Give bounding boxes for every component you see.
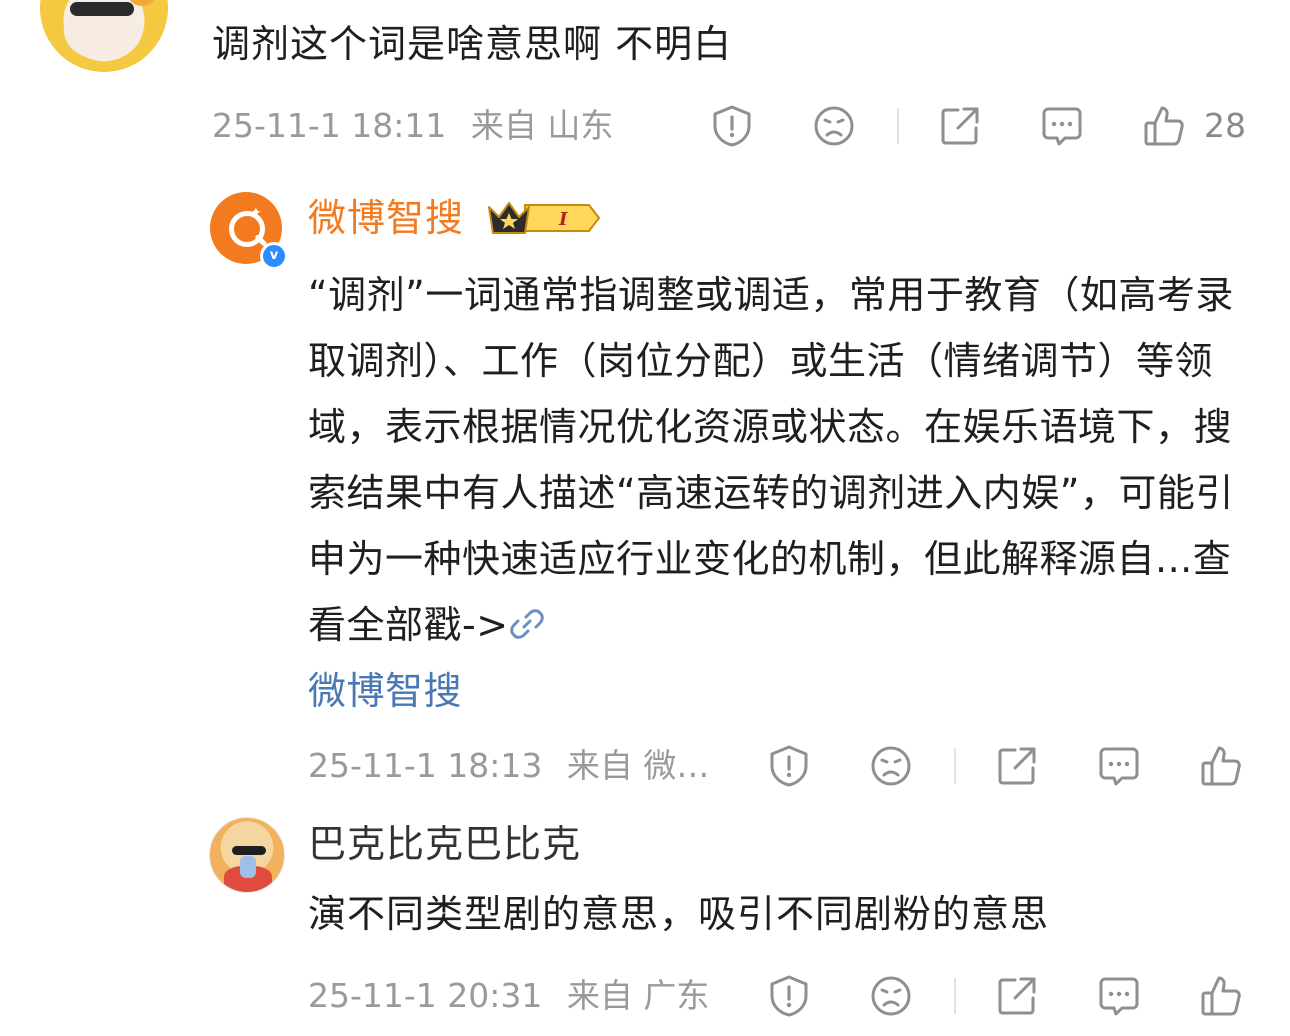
reply-text: “调剂”一词通常指调整或调适，常用于教育（如高考录取调剂）、工作（岗位分配）或生…	[308, 273, 1234, 647]
avatar[interactable]: ✦ v	[210, 192, 288, 270]
share-icon[interactable]	[995, 974, 1039, 1018]
like-count: 28	[1204, 106, 1246, 145]
crown-badge-icon: I	[485, 197, 601, 239]
reply-icon[interactable]	[1097, 744, 1141, 788]
reply-icon[interactable]	[1040, 104, 1084, 148]
comment-source: 来自 微…	[566, 746, 710, 785]
reply-body: “调剂”一词通常指调整或调适，常用于教育（如高考录取调剂）、工作（岗位分配）或生…	[308, 262, 1248, 724]
divider	[954, 748, 956, 784]
share-icon[interactable]	[938, 104, 982, 148]
divider	[954, 978, 956, 1014]
report-icon[interactable]	[767, 744, 811, 788]
comment-source: 来自 山东	[470, 106, 614, 145]
avatar[interactable]	[40, 0, 168, 72]
avatar[interactable]	[209, 817, 285, 893]
comment-text: 调剂这个词是啥意思啊 不明白	[212, 22, 733, 66]
comment-text: 演不同类型剧的意思，吸引不同剧粉的意思	[308, 892, 1050, 936]
divider	[897, 108, 899, 144]
comment-time: 25-11-1 18:11	[212, 106, 447, 145]
share-icon[interactable]	[995, 744, 1039, 788]
dislike-icon[interactable]	[869, 744, 913, 788]
comment-time: 25-11-1 18:13	[308, 746, 543, 785]
like-icon[interactable]	[1199, 744, 1243, 788]
report-icon[interactable]	[767, 974, 811, 1018]
comment-meta: 25-11-1 20:31 来自 广东	[308, 976, 709, 1016]
report-icon[interactable]	[710, 104, 754, 148]
source-link[interactable]: 微博智搜	[308, 669, 462, 713]
comment-meta: 25-11-1 18:11 来自 山东	[212, 106, 613, 146]
badge-label: I	[558, 209, 568, 230]
link-icon[interactable]	[509, 596, 545, 639]
comment-source: 来自 广东	[566, 976, 710, 1015]
dislike-icon[interactable]	[812, 104, 856, 148]
dislike-icon[interactable]	[869, 974, 913, 1018]
reply-icon[interactable]	[1097, 974, 1141, 1018]
comment-time: 25-11-1 20:31	[308, 976, 543, 1015]
like-icon[interactable]	[1199, 974, 1243, 1018]
comment-meta: 25-11-1 18:13 来自 微…	[308, 746, 709, 786]
like-icon[interactable]	[1142, 104, 1186, 148]
verified-icon: v	[260, 242, 288, 270]
username[interactable]: 微博智搜	[308, 192, 464, 244]
username[interactable]: 巴克比克巴比克	[308, 818, 581, 870]
